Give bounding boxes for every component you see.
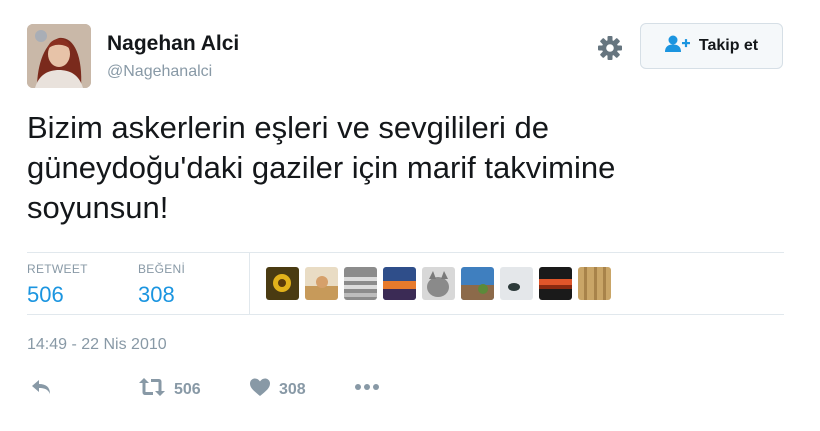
retweet-stat[interactable]: RETWEET 506 bbox=[27, 262, 88, 308]
like-stat[interactable]: BEĞENİ 308 bbox=[138, 262, 185, 308]
avatar-image bbox=[27, 24, 91, 88]
retweet-action-count: 506 bbox=[174, 380, 201, 398]
author-name[interactable]: Nagehan Alci bbox=[107, 32, 239, 56]
like-action-count: 308 bbox=[279, 380, 306, 398]
retweet-icon bbox=[138, 377, 166, 402]
liker-avatar[interactable] bbox=[578, 267, 611, 300]
reply-button[interactable] bbox=[30, 377, 52, 402]
like-button[interactable]: 308 bbox=[249, 377, 306, 402]
follow-button-label: Takip et bbox=[698, 37, 759, 54]
author-handle[interactable]: @Nagehanalci bbox=[107, 63, 212, 81]
liker-avatar[interactable] bbox=[305, 267, 338, 300]
liker-avatar[interactable] bbox=[383, 267, 416, 300]
tweet-text: Bizim askerlerin eşleri ve sevgilileri d… bbox=[27, 110, 616, 225]
likers-list bbox=[266, 267, 611, 300]
more-button[interactable] bbox=[353, 377, 381, 402]
follow-person-icon bbox=[664, 35, 691, 58]
liker-avatar[interactable] bbox=[266, 267, 299, 300]
heart-icon bbox=[249, 377, 271, 402]
more-icon bbox=[353, 377, 381, 402]
liker-avatar[interactable] bbox=[539, 267, 572, 300]
liker-avatar[interactable] bbox=[344, 267, 377, 300]
liker-avatar[interactable] bbox=[422, 267, 455, 300]
avatar[interactable] bbox=[27, 24, 91, 88]
retweet-button[interactable]: 506 bbox=[138, 377, 201, 402]
reply-icon bbox=[30, 377, 52, 402]
divider-bottom bbox=[27, 314, 784, 315]
gear-icon[interactable] bbox=[596, 34, 624, 62]
liker-avatar[interactable] bbox=[461, 267, 494, 300]
liker-avatar[interactable] bbox=[500, 267, 533, 300]
retweet-stat-count: 506 bbox=[27, 282, 64, 307]
retweet-stat-label: RETWEET bbox=[27, 262, 88, 276]
divider-top bbox=[27, 252, 784, 253]
tweet-timestamp[interactable]: 14:49 - 22 Nis 2010 bbox=[27, 336, 167, 354]
like-stat-label: BEĞENİ bbox=[138, 262, 186, 276]
follow-button[interactable]: Takip et bbox=[640, 23, 783, 69]
stats-divider bbox=[249, 252, 250, 314]
like-stat-count: 308 bbox=[138, 282, 175, 307]
